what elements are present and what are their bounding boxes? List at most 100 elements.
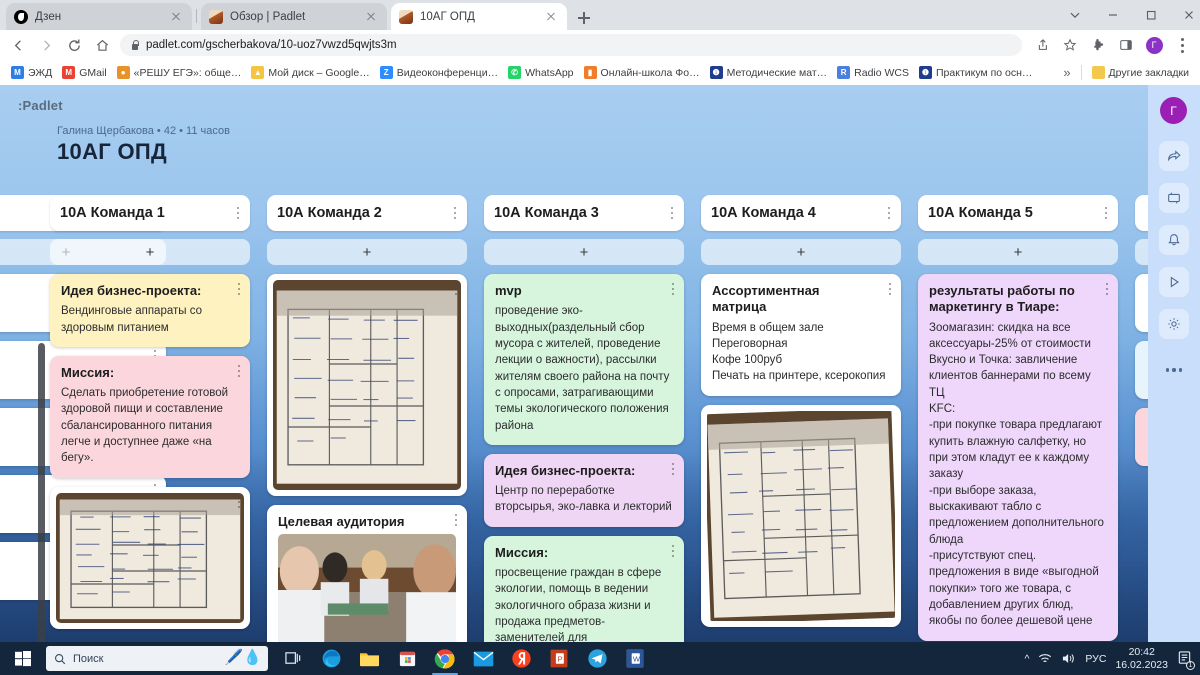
column-menu-icon[interactable] bbox=[888, 207, 891, 220]
card-menu-icon[interactable] bbox=[455, 283, 458, 296]
board-scrollbar[interactable] bbox=[38, 343, 45, 642]
padlet-board: :Padlet Галина Щербакова • 42 • 11 часов… bbox=[0, 85, 1200, 642]
close-tab-icon[interactable] bbox=[168, 9, 184, 25]
powerpoint-icon[interactable]: P bbox=[540, 642, 578, 675]
bookmark-item[interactable]: М ЭЖД bbox=[6, 66, 57, 79]
add-post-button[interactable]: + bbox=[918, 239, 1118, 265]
reload-icon[interactable] bbox=[60, 31, 88, 59]
card-menu-icon[interactable] bbox=[455, 514, 458, 527]
column-header[interactable]: 10А Команда 3 bbox=[484, 195, 684, 231]
add-post-button[interactable]: + bbox=[701, 239, 901, 265]
column-menu-icon[interactable] bbox=[1105, 207, 1108, 220]
column-header[interactable]: 10А Команда 5 bbox=[918, 195, 1118, 231]
bookmark-item[interactable]: ● «РЕШУ ЕГЭ»: обще… bbox=[112, 66, 247, 79]
post-card[interactable] bbox=[50, 487, 250, 629]
bookmark-item[interactable]: ❶ Методические мат… bbox=[705, 66, 833, 79]
more-dots-icon[interactable] bbox=[1160, 363, 1188, 377]
side-panel-icon[interactable] bbox=[1112, 31, 1140, 59]
profile-avatar[interactable]: Г bbox=[1140, 31, 1168, 59]
bookmark-item[interactable]: R Radio WCS bbox=[832, 66, 914, 79]
task-view-icon[interactable] bbox=[274, 642, 312, 675]
card-menu-icon[interactable] bbox=[889, 414, 892, 427]
frame-icon[interactable] bbox=[1159, 183, 1189, 213]
word-icon[interactable]: W bbox=[616, 642, 654, 675]
microsoft-store-icon[interactable] bbox=[388, 642, 426, 675]
add-post-button[interactable]: + bbox=[50, 239, 250, 265]
close-tab-icon[interactable] bbox=[543, 9, 559, 25]
notification-icon[interactable]: 1 bbox=[1177, 650, 1192, 668]
bookmark-item[interactable]: ▮ Онлайн-школа Фо… bbox=[579, 66, 705, 79]
column-title: 10А Команда 4 bbox=[711, 205, 888, 221]
card-menu-icon[interactable] bbox=[672, 545, 675, 558]
chrome-icon[interactable] bbox=[426, 642, 464, 675]
post-card[interactable]: результаты работы по маркетингу в Тиаре:… bbox=[918, 274, 1118, 641]
share-icon[interactable] bbox=[1159, 141, 1189, 171]
share-icon[interactable] bbox=[1028, 31, 1056, 59]
post-card[interactable]: Идея бизнес-проекта: Центр по переработке… bbox=[484, 454, 684, 527]
language-indicator[interactable]: РУС bbox=[1085, 653, 1106, 665]
file-explorer-icon[interactable] bbox=[350, 642, 388, 675]
forward-arrow-icon[interactable] bbox=[32, 31, 60, 59]
post-card[interactable]: Ассортиментная матрица Время в общем зале… bbox=[701, 274, 901, 396]
post-card[interactable] bbox=[701, 405, 901, 627]
column-header[interactable]: 10А Команда 1 bbox=[50, 195, 250, 231]
gear-icon[interactable] bbox=[1159, 309, 1189, 339]
home-icon[interactable] bbox=[88, 31, 116, 59]
column-menu-icon[interactable] bbox=[454, 207, 457, 220]
extensions-icon[interactable] bbox=[1084, 31, 1112, 59]
address-bar[interactable]: padlet.com/gscherbakova/10-uoz7vwzd5qwjt… bbox=[120, 34, 1022, 56]
yandex-icon[interactable] bbox=[502, 642, 540, 675]
add-post-button[interactable]: + bbox=[484, 239, 684, 265]
card-menu-icon[interactable] bbox=[672, 463, 675, 476]
windows-start-icon[interactable] bbox=[0, 642, 46, 675]
bell-icon[interactable] bbox=[1159, 225, 1189, 255]
clock-date: 16.02.2023 bbox=[1115, 659, 1168, 671]
mail-icon[interactable] bbox=[464, 642, 502, 675]
bookmark-item[interactable]: ▲ Мой диск – Google… bbox=[246, 66, 374, 79]
card-menu-icon[interactable] bbox=[238, 365, 241, 378]
other-bookmarks-folder[interactable]: Другие закладки bbox=[1087, 66, 1194, 79]
card-menu-icon[interactable] bbox=[238, 496, 241, 509]
column-header[interactable]: 10А Команда 4 bbox=[701, 195, 901, 231]
edge-icon[interactable] bbox=[312, 642, 350, 675]
clock[interactable]: 20:42 16.02.2023 bbox=[1115, 646, 1168, 670]
back-arrow-icon[interactable] bbox=[4, 31, 32, 59]
card-menu-icon[interactable] bbox=[889, 283, 892, 296]
post-card[interactable]: Миссия: просвещение граждан в сфере эколо… bbox=[484, 536, 684, 642]
tab-dzen[interactable]: Дзен bbox=[6, 3, 192, 30]
close-tab-icon[interactable] bbox=[363, 9, 379, 25]
browser-menu-kebab-icon[interactable] bbox=[1168, 31, 1196, 59]
column-menu-icon[interactable] bbox=[237, 207, 240, 220]
post-card[interactable]: Миссия: Сделать приобретение готовой здор… bbox=[50, 356, 250, 478]
post-card[interactable]: mvp проведение эко-выходных(раздельный сб… bbox=[484, 274, 684, 445]
search-input[interactable]: Поиск 🖊️💧 bbox=[46, 646, 268, 671]
tab-padlet-overview[interactable]: Обзор | Padlet bbox=[201, 3, 387, 30]
bookmark-label: Radio WCS bbox=[854, 67, 909, 79]
post-card[interactable] bbox=[267, 274, 467, 496]
new-tab-button[interactable] bbox=[572, 6, 596, 30]
telegram-icon[interactable] bbox=[578, 642, 616, 675]
bookmark-item[interactable]: M GMail bbox=[57, 66, 111, 79]
screen: Дзен Обзор | Padlet 10АГ ОПД padlet.com/… bbox=[0, 0, 1200, 675]
post-card[interactable]: Целевая аудиторияВыпускники колледжей и … bbox=[267, 505, 467, 642]
bookmark-star-icon[interactable] bbox=[1056, 31, 1084, 59]
card-menu-icon[interactable] bbox=[238, 283, 241, 296]
play-icon[interactable] bbox=[1159, 267, 1189, 297]
ezhd-icon: М bbox=[11, 66, 24, 79]
column-header[interactable]: 10А Команда 2 bbox=[267, 195, 467, 231]
post-card[interactable]: Идея бизнес-проекта: Вендинговые аппараты… bbox=[50, 274, 250, 347]
card-menu-icon[interactable] bbox=[1106, 283, 1109, 296]
dzen-favicon bbox=[14, 10, 28, 24]
tray-overflow-chevron-icon[interactable]: ^ bbox=[1024, 653, 1029, 665]
tab-10ag-opd[interactable]: 10АГ ОПД bbox=[391, 3, 567, 30]
bookmark-item[interactable]: ❶ Практикум по осн… bbox=[914, 66, 1037, 79]
bookmark-item[interactable]: ✆ WhatsApp bbox=[503, 66, 578, 79]
column-menu-icon[interactable] bbox=[671, 207, 674, 220]
bookmarks-overflow-button[interactable]: » bbox=[1058, 65, 1075, 80]
add-post-button[interactable]: + bbox=[267, 239, 467, 265]
avatar[interactable]: Г bbox=[1160, 97, 1187, 124]
padlet-logo[interactable]: :Padlet bbox=[18, 98, 63, 113]
bookmark-item[interactable]: Z Видеоконференци… bbox=[375, 66, 503, 79]
card-menu-icon[interactable] bbox=[672, 283, 675, 296]
close-window-button[interactable] bbox=[1166, 0, 1200, 30]
